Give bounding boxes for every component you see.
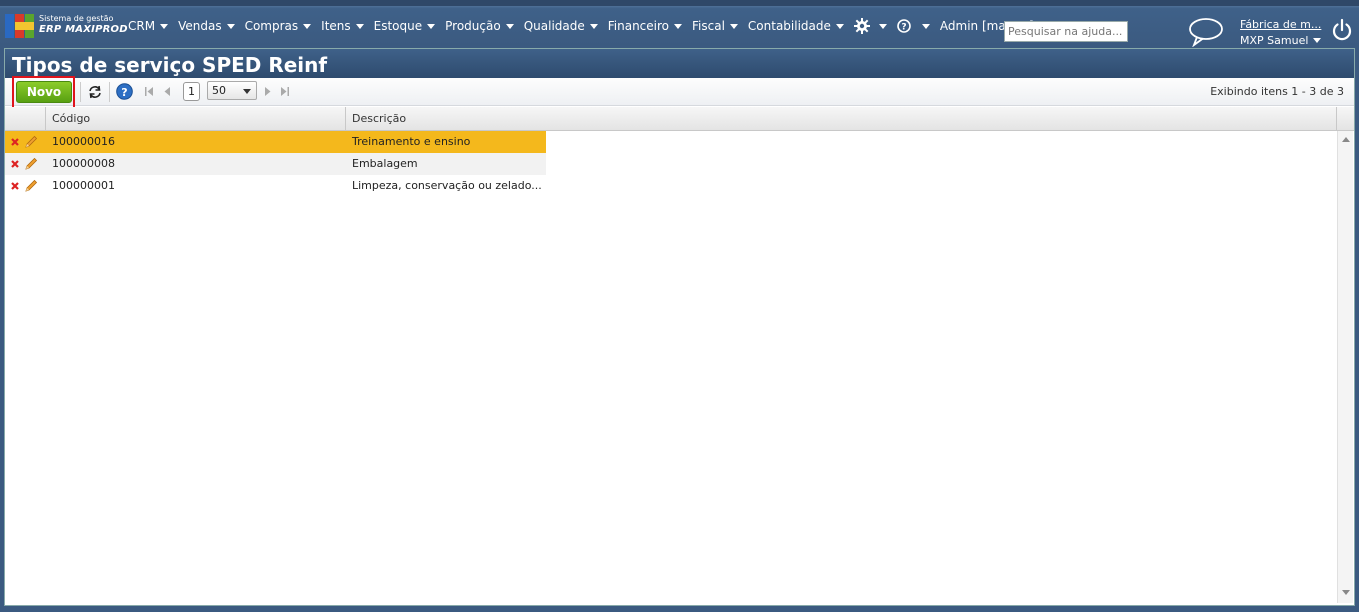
help-menu[interactable]: ? xyxy=(897,19,930,33)
menu-vendas[interactable]: Vendas xyxy=(178,19,235,33)
company-link[interactable]: Fábrica de m... xyxy=(1240,18,1321,31)
main-panel: Tipos de serviço SPED Reinf Novo ? 1 50 xyxy=(4,48,1355,606)
pagination-status: Exibindo itens 1 - 3 de 3 xyxy=(1210,85,1344,98)
grid-toolbar: Novo ? 1 50 Exibindo itens 1 - 3 de 3 xyxy=(5,76,1354,109)
maxiprod-logo-icon xyxy=(5,14,35,38)
menu-estoque[interactable]: Estoque xyxy=(374,19,436,33)
cell-code: 100000008 xyxy=(46,153,346,175)
caret-down-icon xyxy=(303,23,312,29)
menu-itens[interactable]: Itens xyxy=(321,19,364,33)
menu-label: Estoque xyxy=(373,19,423,33)
caret-down-icon xyxy=(589,23,598,29)
delete-icon[interactable] xyxy=(10,137,20,147)
caret-down-icon xyxy=(226,23,235,29)
first-page-icon[interactable] xyxy=(145,87,154,96)
caret-down-icon xyxy=(921,23,930,29)
table-row[interactable]: 100000016 Treinamento e ensino xyxy=(5,131,1336,153)
vertical-scrollbar[interactable] xyxy=(1337,131,1353,603)
grid-header: Código Descrição xyxy=(5,107,1354,131)
caret-down-icon xyxy=(835,23,844,29)
toolbar-divider xyxy=(80,82,81,102)
menu-contabilidade[interactable]: Contabilidade xyxy=(748,19,844,33)
caret-down-icon xyxy=(878,23,887,29)
cell-description: Limpeza, conservação ou zelado... xyxy=(352,179,542,192)
pencil-icon[interactable] xyxy=(24,179,38,193)
menu-label: CRM xyxy=(128,19,156,33)
next-page-icon[interactable] xyxy=(264,87,271,96)
brand: Sistema de gestão ERP MAXIPROD xyxy=(39,13,128,35)
menu-label: Fiscal xyxy=(692,19,725,33)
caret-down-icon xyxy=(729,23,738,29)
menu-label: Financeiro xyxy=(607,19,670,33)
menu-financeiro[interactable]: Financeiro xyxy=(607,19,683,33)
cell-description: Treinamento e ensino xyxy=(346,131,546,153)
table-row[interactable]: 100000008 Embalagem xyxy=(5,153,1336,175)
delete-icon[interactable] xyxy=(10,159,20,169)
delete-icon[interactable] xyxy=(10,181,20,191)
help-icon: ? xyxy=(897,19,911,33)
cell-code: 100000016 xyxy=(46,131,346,153)
new-button[interactable]: Novo xyxy=(16,81,72,103)
refresh-icon[interactable] xyxy=(87,84,103,100)
menu-label: Qualidade xyxy=(523,19,585,33)
column-header-description[interactable]: Descrição xyxy=(346,107,1337,131)
gear-icon xyxy=(853,18,870,34)
menu-fiscal[interactable]: Fiscal xyxy=(692,19,738,33)
help-circle-icon[interactable]: ? xyxy=(116,83,133,100)
svg-text:?: ? xyxy=(121,86,127,99)
chevron-down-icon xyxy=(243,89,251,94)
page-title: Tipos de serviço SPED Reinf xyxy=(5,49,1354,78)
page-size-value: 50 xyxy=(212,84,226,97)
scroll-down-icon[interactable] xyxy=(1342,590,1350,595)
menu-label: Vendas xyxy=(178,19,222,33)
help-search-input[interactable] xyxy=(1004,21,1128,42)
caret-down-icon xyxy=(160,23,169,29)
current-page-input[interactable]: 1 xyxy=(183,82,200,101)
user-menu[interactable]: MXP Samuel xyxy=(1240,34,1322,47)
menu-label: Contabilidade xyxy=(747,19,831,33)
pencil-icon[interactable] xyxy=(24,135,38,149)
menu-producao[interactable]: Produção xyxy=(445,19,514,33)
menu-crm[interactable]: CRM xyxy=(128,19,169,33)
menu-qualidade[interactable]: Qualidade xyxy=(524,19,598,33)
row-actions xyxy=(5,131,46,153)
brand-name: ERP MAXIPROD xyxy=(39,24,128,35)
caret-down-icon xyxy=(674,23,683,29)
page-size-select[interactable]: 50 xyxy=(207,81,257,100)
caret-down-icon xyxy=(505,23,514,29)
caret-down-icon xyxy=(427,23,436,29)
previous-page-icon[interactable] xyxy=(164,87,171,96)
caret-down-icon xyxy=(1313,38,1322,43)
chat-bubble-icon[interactable] xyxy=(1188,17,1224,47)
scroll-up-icon[interactable] xyxy=(1342,137,1350,142)
power-icon[interactable] xyxy=(1331,18,1353,42)
menu-compras[interactable]: Compras xyxy=(245,19,312,33)
caret-down-icon xyxy=(355,23,364,29)
top-nav-bar: Sistema de gestão ERP MAXIPROD CRM Venda… xyxy=(0,0,1359,47)
table-row[interactable]: 100000001 Limpeza, conservação ou zelado… xyxy=(5,175,1336,197)
column-header-code[interactable]: Código xyxy=(46,107,346,131)
row-actions xyxy=(5,153,46,175)
toolbar-divider xyxy=(109,82,110,102)
brand-subtitle: Sistema de gestão xyxy=(39,14,114,23)
grid-body: 100000016 Treinamento e ensino 100000008… xyxy=(5,131,1336,197)
settings-menu[interactable] xyxy=(853,18,887,34)
svg-text:?: ? xyxy=(901,23,906,33)
main-menu: CRM Vendas Compras Itens Estoque Produçã… xyxy=(128,18,1057,34)
menu-label: Itens xyxy=(321,19,351,33)
actions-column-header xyxy=(5,107,46,131)
cell-code: 100000001 xyxy=(52,179,115,192)
cell-description: Embalagem xyxy=(346,153,546,175)
row-actions xyxy=(5,175,46,197)
pencil-icon[interactable] xyxy=(24,157,38,171)
user-name: MXP Samuel xyxy=(1240,34,1309,47)
menu-label: Compras xyxy=(244,19,299,33)
menu-label: Produção xyxy=(445,19,501,33)
last-page-icon[interactable] xyxy=(280,87,289,96)
